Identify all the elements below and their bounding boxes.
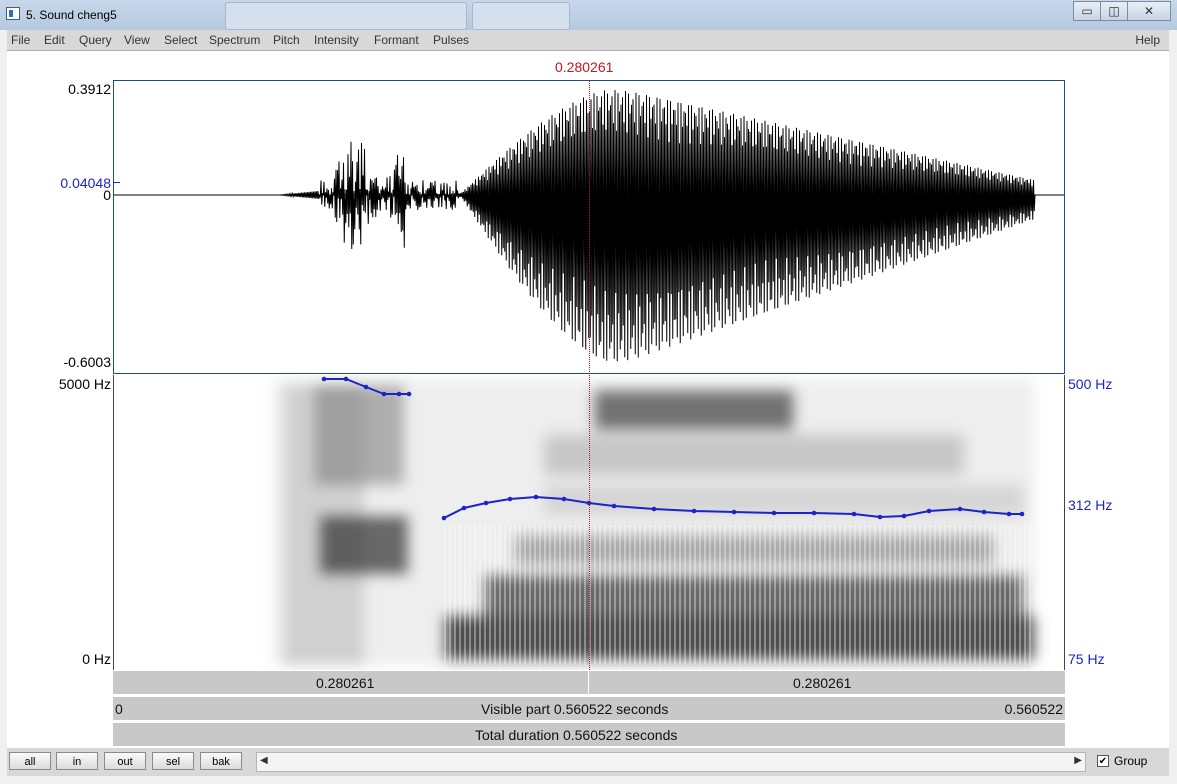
minimize-button[interactable]: ▭ bbox=[1073, 1, 1101, 21]
zoom-out-button[interactable]: out bbox=[104, 752, 146, 770]
menu-select[interactable]: Select bbox=[164, 33, 197, 47]
pitch-point bbox=[533, 494, 539, 500]
menu-view[interactable]: View bbox=[124, 33, 150, 47]
horizontal-scrollbar[interactable]: ◀ ▶ bbox=[256, 752, 1086, 772]
pitch-point bbox=[851, 511, 857, 517]
menu-edit[interactable]: Edit bbox=[44, 33, 65, 47]
pitch-point bbox=[1006, 511, 1012, 517]
pitch-point bbox=[957, 506, 963, 512]
waveform-y-zero: 0 bbox=[103, 187, 111, 203]
pitch-point bbox=[406, 391, 412, 397]
menu-file[interactable]: File bbox=[11, 33, 30, 47]
menu-help[interactable]: Help bbox=[1135, 33, 1160, 47]
pitch-point bbox=[321, 376, 327, 382]
cursor-time-label: 0.280261 bbox=[555, 59, 614, 75]
total-duration-bar[interactable]: Total duration 0.560522 seconds bbox=[113, 722, 1065, 746]
visible-part-label[interactable]: Visible part 0.560522 seconds bbox=[481, 701, 668, 717]
waveform-y-max: 0.3912 bbox=[68, 81, 111, 97]
visible-end-time: 0.560522 bbox=[1004, 701, 1063, 717]
pitch-point bbox=[811, 510, 817, 516]
group-checkbox[interactable]: ✔ bbox=[1097, 755, 1109, 767]
glottal-striations bbox=[444, 525, 1034, 665]
pitch-point bbox=[561, 496, 567, 502]
zoom-selection-button[interactable]: sel bbox=[152, 752, 194, 770]
total-duration-label[interactable]: Total duration 0.560522 seconds bbox=[475, 727, 677, 743]
right-segment-duration[interactable]: 0.280261 bbox=[793, 675, 851, 691]
waveform-y-min: -0.6003 bbox=[63, 354, 111, 370]
menu-pitch[interactable]: Pitch bbox=[273, 33, 300, 47]
pitch-point bbox=[611, 503, 617, 509]
spectrogram-freq-max: 5000 Hz bbox=[58, 376, 111, 392]
zoom-all-button[interactable]: all bbox=[9, 752, 51, 770]
pitch-point bbox=[901, 513, 907, 519]
scroll-right-arrow-icon[interactable]: ▶ bbox=[1074, 755, 1082, 766]
cursor-line bbox=[589, 80, 590, 692]
waveform-cursor-tick bbox=[113, 182, 120, 183]
pitch-point bbox=[731, 509, 737, 515]
title-bar: 5. Sound cheng5 ▭ ◫ ✕ bbox=[0, 0, 1177, 30]
spectrogram-freq-min: 0 Hz bbox=[82, 651, 111, 667]
pitch-point bbox=[381, 391, 387, 397]
pitch-point bbox=[651, 506, 657, 512]
visible-part-bar[interactable]: 0 Visible part 0.560522 seconds 0.560522 bbox=[113, 696, 1065, 720]
left-segment-duration[interactable]: 0.280261 bbox=[316, 675, 374, 691]
pitch-point bbox=[691, 508, 697, 514]
pitch-point bbox=[441, 515, 447, 521]
group-label: Group bbox=[1114, 754, 1148, 768]
pitch-point bbox=[461, 505, 467, 511]
zoom-back-button[interactable]: bak bbox=[200, 752, 242, 770]
zoom-in-button[interactable]: in bbox=[56, 752, 98, 770]
pitch-point bbox=[877, 514, 883, 520]
pitch-point bbox=[396, 391, 402, 397]
segment-bar[interactable]: 0.280261 0.280261 bbox=[113, 670, 1065, 695]
segment-divider bbox=[588, 671, 589, 695]
pitch-point bbox=[926, 508, 932, 514]
pitch-point bbox=[507, 496, 513, 502]
pitch-point bbox=[981, 509, 987, 515]
menu-pulses[interactable]: Pulses bbox=[433, 33, 469, 47]
pitch-point bbox=[363, 384, 369, 390]
scroll-left-arrow-icon[interactable]: ◀ bbox=[260, 755, 268, 766]
pitch-point bbox=[343, 376, 349, 382]
pitch-axis-max: 500 Hz bbox=[1068, 376, 1113, 392]
menu-bar: File Edit Query View Select Spectrum Pit… bbox=[7, 30, 1169, 51]
pitch-point bbox=[1019, 511, 1025, 517]
maximize-button[interactable]: ◫ bbox=[1100, 1, 1128, 21]
close-button[interactable]: ✕ bbox=[1127, 1, 1171, 21]
background-window-tab bbox=[472, 2, 570, 30]
pitch-point bbox=[483, 500, 489, 506]
pitch-point bbox=[771, 510, 777, 516]
window-title: 5. Sound cheng5 bbox=[26, 8, 117, 22]
pitch-axis-min: 75 Hz bbox=[1068, 651, 1105, 667]
menu-formant[interactable]: Formant bbox=[374, 33, 419, 47]
bottom-toolbar: all in out sel bak ◀ ▶ ✔ Group bbox=[7, 748, 1169, 776]
pitch-axis-mid: 312 Hz bbox=[1068, 497, 1113, 513]
menu-spectrum[interactable]: Spectrum bbox=[209, 33, 260, 47]
praat-app-icon bbox=[6, 7, 20, 20]
menu-query[interactable]: Query bbox=[79, 33, 112, 47]
visible-start-time: 0 bbox=[115, 701, 123, 717]
background-window-tab bbox=[225, 2, 467, 30]
menu-intensity[interactable]: Intensity bbox=[314, 33, 359, 47]
